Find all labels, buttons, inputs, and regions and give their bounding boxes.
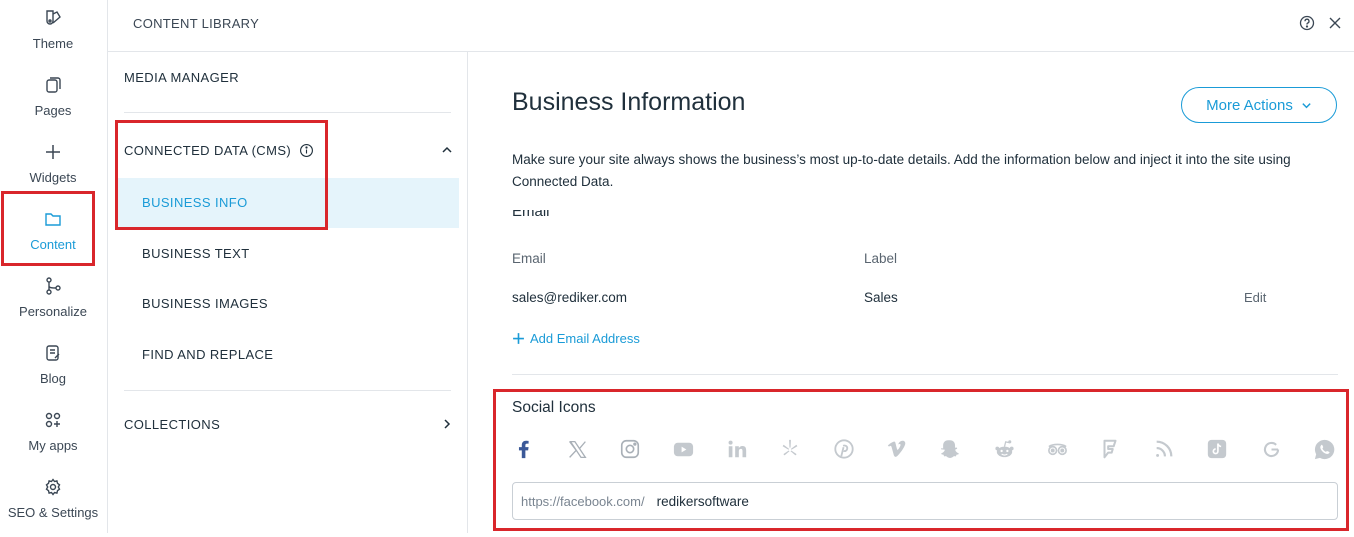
- menu-collections[interactable]: COLLECTIONS: [124, 417, 220, 432]
- menu-business-text[interactable]: BUSINESS TEXT: [118, 229, 459, 279]
- blog-icon: [46, 345, 60, 361]
- menu-divider: [124, 390, 451, 391]
- reddit-icon[interactable]: [992, 437, 1016, 461]
- plus-icon: [46, 145, 60, 159]
- business-information-panel: Business Information More Actions Make s…: [468, 52, 1354, 533]
- more-actions-button[interactable]: More Actions: [1181, 87, 1337, 123]
- rail-label: Personalize: [19, 304, 87, 319]
- x-icon[interactable]: [565, 437, 589, 461]
- add-email-button[interactable]: Add Email Address: [512, 331, 640, 346]
- pages-icon: [46, 77, 61, 93]
- chevron-down-icon: [1302, 102, 1311, 108]
- palette-icon: [46, 10, 61, 25]
- edit-email-button[interactable]: Edit: [1244, 290, 1266, 305]
- menu-find-and-replace[interactable]: FIND AND REPLACE: [118, 330, 459, 380]
- description-text: Make sure your site always shows the bus…: [512, 152, 1291, 189]
- column-header-email: Email: [512, 251, 546, 266]
- column-header-label: Label: [864, 251, 898, 266]
- rail-item-personalize[interactable]: Personalize: [0, 276, 106, 336]
- rss-icon[interactable]: [1152, 437, 1176, 461]
- add-email-label: Add Email Address: [530, 331, 640, 346]
- social-icons-title: Social Icons: [512, 399, 596, 416]
- rail-item-blog[interactable]: Blog: [0, 343, 106, 403]
- rail-item-pages[interactable]: Pages: [0, 75, 106, 135]
- rail-item-widgets[interactable]: Widgets: [0, 142, 106, 202]
- linkedin-icon[interactable]: [725, 437, 749, 461]
- content-library-header: CONTENT LIBRARY: [108, 0, 1354, 52]
- plus-icon: [513, 333, 524, 344]
- left-rail: Theme Pages Widgets Content Personalize …: [0, 0, 108, 533]
- rail-label: Widgets: [29, 170, 77, 185]
- close-icon[interactable]: [1326, 14, 1344, 32]
- vimeo-icon[interactable]: [885, 437, 909, 461]
- social-icons-row: [512, 437, 1342, 465]
- snapchat-icon[interactable]: [938, 437, 962, 461]
- menu-business-info[interactable]: BUSINESS INFO: [118, 178, 459, 228]
- info-icon[interactable]: [299, 143, 314, 158]
- menu-connected-data[interactable]: CONNECTED DATA (CMS): [124, 143, 314, 158]
- chevron-right-icon[interactable]: [441, 418, 453, 430]
- more-actions-label: More Actions: [1206, 96, 1293, 114]
- url-prefix: https://facebook.com/: [521, 493, 645, 509]
- google-icon[interactable]: [1259, 437, 1283, 461]
- label-value: Sales: [864, 290, 898, 305]
- menu-connected-data-label: CONNECTED DATA (CMS): [124, 143, 292, 158]
- rail-label: Content: [30, 237, 76, 252]
- rail-item-seo-settings[interactable]: SEO & Settings: [0, 477, 106, 537]
- chevron-up-icon[interactable]: [441, 144, 453, 156]
- email-section-heading: Email: [512, 210, 550, 220]
- whatsapp-icon[interactable]: [1312, 437, 1336, 461]
- branch-icon: [46, 277, 61, 295]
- section-divider: [512, 374, 1338, 375]
- social-url-field[interactable]: https://facebook.com/: [512, 482, 1338, 520]
- tripadvisor-icon[interactable]: [1045, 437, 1069, 461]
- rail-item-content[interactable]: Content: [0, 209, 106, 269]
- apps-icon: [45, 412, 61, 428]
- rail-label: Pages: [34, 103, 72, 118]
- social-url-input[interactable]: [654, 492, 1255, 510]
- gear-icon: [45, 478, 61, 496]
- menu-divider: [124, 112, 451, 113]
- tiktok-icon[interactable]: [1205, 437, 1229, 461]
- folder-icon: [45, 213, 61, 226]
- menu-media-manager[interactable]: MEDIA MANAGER: [124, 70, 239, 85]
- instagram-icon[interactable]: [618, 437, 642, 461]
- email-value: sales@rediker.com: [512, 290, 627, 305]
- rail-label: My apps: [28, 438, 78, 453]
- menu-business-images[interactable]: BUSINESS IMAGES: [118, 279, 459, 329]
- rail-label: Blog: [39, 371, 67, 386]
- youtube-icon[interactable]: [671, 437, 695, 461]
- rail-label: SEO & Settings: [7, 505, 99, 520]
- page-title: CONTENT LIBRARY: [133, 16, 260, 31]
- content-library-menu: MEDIA MANAGER CONNECTED DATA (CMS) BUSIN…: [108, 52, 468, 533]
- rail-item-my-apps[interactable]: My apps: [0, 410, 106, 470]
- foursquare-icon[interactable]: [1098, 437, 1122, 461]
- rail-label: Theme: [32, 36, 74, 51]
- help-icon[interactable]: [1298, 14, 1316, 32]
- rail-item-theme[interactable]: Theme: [0, 8, 106, 68]
- section-title: Business Information: [512, 88, 746, 116]
- facebook-icon[interactable]: [512, 437, 536, 461]
- pinterest-icon[interactable]: [832, 437, 856, 461]
- yelp-icon[interactable]: [778, 437, 802, 461]
